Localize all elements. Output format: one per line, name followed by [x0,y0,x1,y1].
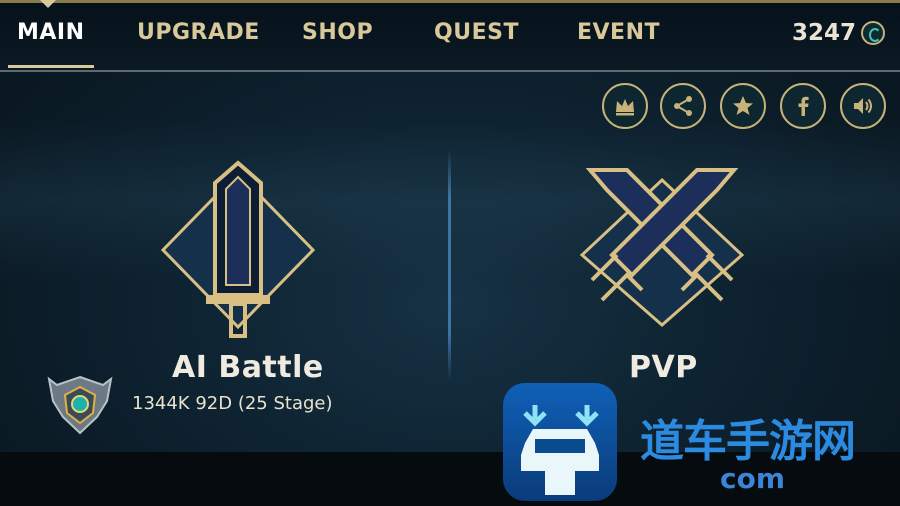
currency-amount: 3247 [792,20,857,46]
watermark-url: com [720,462,786,495]
coin-icon[interactable] [861,21,885,45]
pvp-label[interactable]: PVP [629,350,698,385]
rank-stage-text: 1344K 92D (25 Stage) [132,393,333,414]
mode-divider [448,150,451,380]
tab-quest[interactable]: QUEST [434,20,519,45]
sound-icon[interactable] [840,83,886,129]
crossed-swords-icon[interactable] [572,160,752,330]
watermark-logo [503,383,617,501]
tab-main[interactable]: MAIN [17,20,85,45]
car-icon [521,405,599,495]
share-icon[interactable] [660,83,706,129]
watermark-text: 道车手游网 [640,416,856,467]
top-border [0,0,900,3]
tab-event[interactable]: EVENT [577,20,660,45]
facebook-icon[interactable] [780,83,826,129]
tab-shop[interactable]: SHOP [302,20,373,45]
sword-icon[interactable] [158,155,318,340]
active-tab-underline [8,65,94,68]
crown-icon[interactable] [602,83,648,129]
ai-battle-label[interactable]: AI Battle [172,350,324,385]
active-tab-marker [40,0,56,8]
star-icon[interactable] [720,83,766,129]
rank-emblem-icon [47,375,113,435]
tab-upgrade[interactable]: UPGRADE [137,20,260,45]
